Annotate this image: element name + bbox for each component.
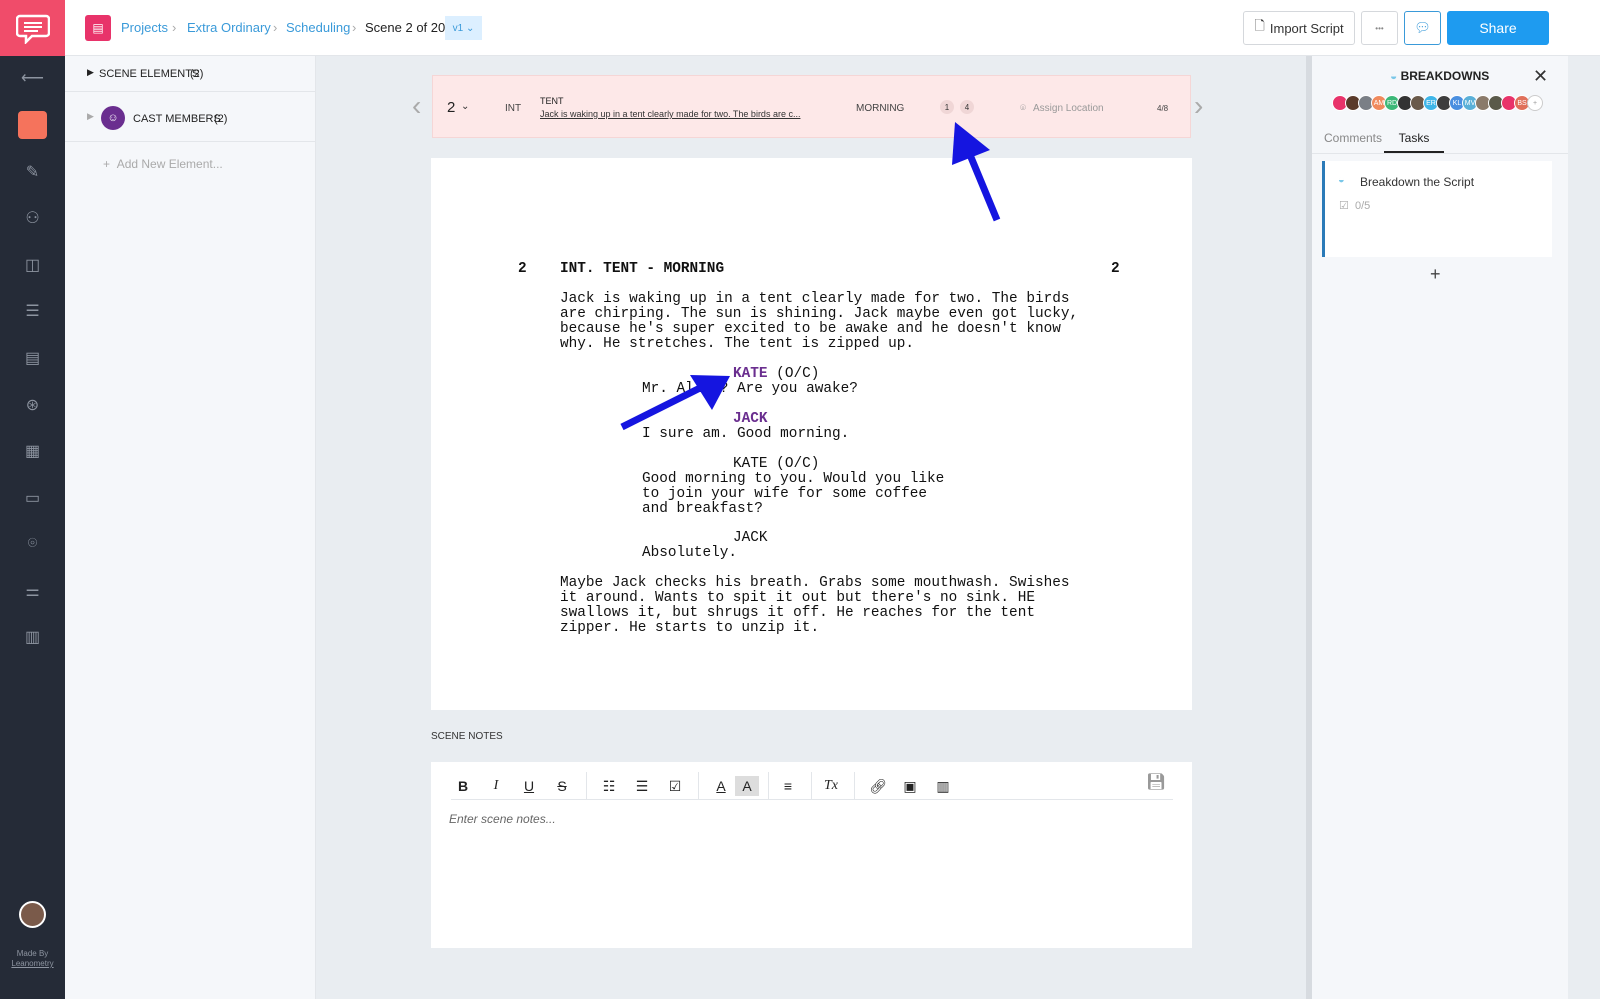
breakdowns-panel: ◒ BREAKDOWNS ✕ AM RD ER KL MV BS + Comments Ta… (1312, 56, 1568, 999)
add-task-button[interactable]: + (1430, 264, 1441, 285)
toolbar-divider (451, 799, 1173, 800)
add-member-icon[interactable]: + (1527, 95, 1543, 111)
ordered-list-icon[interactable]: ☷ (597, 776, 621, 796)
bold-button[interactable]: B (451, 776, 475, 796)
separator (811, 772, 812, 800)
link-icon[interactable]: 🔗︎ (866, 776, 890, 796)
separator (854, 772, 855, 800)
checkbox-icon: ☑ (1339, 200, 1349, 212)
film-icon[interactable]: ▥ (931, 776, 955, 796)
arrow-annotation (620, 122, 1001, 431)
image-icon[interactable]: ▣ (898, 776, 922, 796)
task-card[interactable]: ◒ Breakdown the Script ☑ 0/5 (1322, 161, 1552, 257)
scene-notes-editor[interactable]: B I U S ☷ ☰ ☑ A A ≡ Tx 🔗︎ ▣ ▥ 💾︎ Enter s… (431, 762, 1192, 948)
bullet-list-icon[interactable]: ☰ (630, 776, 654, 796)
scene-notes-label: SCENE NOTES (431, 731, 503, 742)
strikethrough-button[interactable]: S (550, 776, 574, 796)
underline-button[interactable]: U (517, 776, 541, 796)
task-title: Breakdown the Script (1360, 175, 1475, 189)
layers-icon: ◒ (1390, 69, 1398, 83)
separator (698, 772, 699, 800)
separator (768, 772, 769, 800)
panel-gutter (1568, 56, 1600, 999)
tab-tasks[interactable]: Tasks (1384, 131, 1444, 153)
breakdowns-title-text: BREAKDOWNS (1400, 69, 1490, 83)
clear-format-button[interactable]: Tx (819, 776, 843, 796)
tab-divider (1312, 153, 1568, 154)
tab-comments[interactable]: Comments (1324, 131, 1382, 145)
checklist-icon[interactable]: ☑ (663, 776, 687, 796)
separator (586, 772, 587, 800)
save-icon[interactable]: 💾︎ (1146, 772, 1166, 792)
breakdowns-title: ◒ BREAKDOWNS (1390, 69, 1489, 83)
close-icon[interactable]: ✕ (1533, 66, 1548, 87)
align-icon[interactable]: ≡ (776, 776, 800, 796)
highlight-button[interactable]: A (735, 776, 759, 796)
layers-icon: ◒ (1338, 174, 1345, 186)
text-color-button[interactable]: A (709, 776, 733, 796)
task-progress: 0/5 (1355, 200, 1371, 212)
notes-input[interactable]: Enter scene notes... (449, 812, 556, 826)
italic-button[interactable]: I (484, 776, 508, 796)
